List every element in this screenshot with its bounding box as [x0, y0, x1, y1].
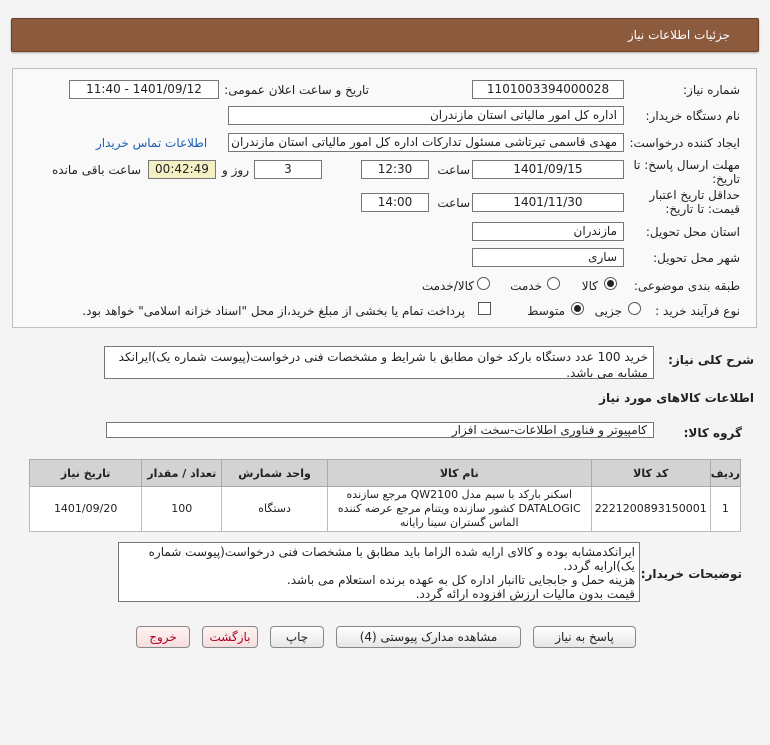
- buyer-label: نام دستگاه خریدار:: [645, 109, 741, 123]
- table-row: 1 2221200893150001 اسکنر بارکد با سیم مد…: [28, 486, 742, 532]
- need-number-label: شماره نیاز:: [683, 83, 740, 97]
- validity-label-line1: حداقل تاریخ اعتبار: [649, 188, 740, 202]
- back-button[interactable]: بازگشت: [202, 626, 258, 648]
- category-option-goods-service: کالا/خدمت: [421, 279, 474, 293]
- page-title: جزئیات اطلاعات نیاز: [627, 28, 730, 42]
- category-option-service: خدمت: [510, 279, 542, 293]
- cell-unit: دستگاه: [221, 486, 328, 532]
- announce-label: تاریخ و ساعت اعلان عمومی:: [224, 83, 369, 97]
- province-label: استان محل تحویل:: [645, 225, 740, 239]
- goods-group-field: کامپیوتر و فناوری اطلاعات-سخت افزار: [106, 422, 654, 438]
- requester-field: مهدی قاسمی تیرتاشی مسئول تدارکات اداره ک…: [228, 133, 624, 152]
- validity-time-field: 14:00: [361, 193, 429, 212]
- remaining-label: ساعت باقی مانده: [51, 163, 141, 177]
- buyer-note-line: ایرانکدمشابه بوده و کالای ارایه شده الزا…: [148, 545, 635, 573]
- summary-label: شرح کلی نیاز:: [668, 353, 754, 367]
- summary-text: خرید 100 عدد دستگاه بارکد خوان مطابق با …: [104, 346, 654, 380]
- deadline-time-label: ساعت: [437, 163, 470, 177]
- validity-label-line2: قیمت: تا تاریخ:: [665, 202, 740, 216]
- treasury-note: پرداخت تمام یا بخشی از مبلغ خرید،از محل …: [82, 304, 465, 318]
- cell-row: 1: [709, 486, 742, 532]
- deadline-time-field: 12:30: [361, 160, 429, 179]
- deadline-label-line2: تاریخ:: [712, 172, 740, 186]
- category-option-goods: کالا: [581, 279, 598, 293]
- need-number-field: 1101003394000028: [472, 80, 624, 99]
- buyer-note-line: هزینه حمل و جابجایی تاانبار اداره کل به …: [286, 573, 635, 587]
- col-header-code: کد کالا: [590, 459, 711, 487]
- treasury-checkbox[interactable]: [478, 302, 491, 315]
- buyer-note-line: قیمت بدون مالیات ارزش افزوده ارائه گردد.: [415, 587, 635, 601]
- buyer-field: اداره کل امور مالیاتی استان مازندران: [228, 106, 624, 125]
- goods-group-label: گروه کالا:: [683, 426, 742, 440]
- deadline-date-field: 1401/09/15: [472, 160, 624, 179]
- col-header-date: تاریخ نیاز: [28, 459, 143, 487]
- cell-date: 1401/09/20: [28, 486, 143, 532]
- cell-code: 2221200893150001: [590, 486, 711, 532]
- page-title-bar: جزئیات اطلاعات نیاز: [11, 18, 759, 52]
- process-option-minor: جزیی: [594, 304, 622, 318]
- goods-table: ردیف کد کالا نام کالا واحد شمارش تعداد /…: [28, 459, 742, 532]
- cell-name: اسکنر بارکد با سیم مدل QW2100 مرجع سازند…: [326, 486, 592, 532]
- validity-date-field: 1401/11/30: [472, 193, 624, 212]
- days-label: روز و: [222, 163, 249, 177]
- announce-field: 1401/09/12 - 11:40: [69, 80, 219, 99]
- attachments-button[interactable]: مشاهده مدارک پیوستی (4): [336, 626, 521, 648]
- col-header-qty: تعداد / مقدار: [141, 459, 223, 487]
- goods-section-title: اطلاعات کالاهای مورد نیاز: [599, 391, 754, 405]
- validity-time-label: ساعت: [437, 196, 470, 210]
- print-button[interactable]: چاپ: [270, 626, 324, 648]
- remaining-time-field: 00:42:49: [148, 160, 216, 179]
- process-label: نوع فرآیند خرید :: [655, 304, 740, 318]
- requester-label: ایجاد کننده درخواست:: [629, 136, 740, 150]
- process-radio-medium[interactable]: [571, 302, 584, 315]
- process-option-medium: متوسط: [527, 304, 565, 318]
- days-field: 3: [254, 160, 322, 179]
- buyer-notes-label: توضیحات خریدار:: [640, 567, 742, 581]
- buyer-notes-box: ایرانکدمشابه بوده و کالای ارایه شده الزا…: [118, 542, 640, 602]
- col-header-row: ردیف: [709, 459, 742, 487]
- city-field: ساری: [472, 248, 624, 267]
- contact-info-link[interactable]: اطلاعات تماس خریدار: [96, 136, 207, 150]
- city-label: شهر محل تحویل:: [653, 251, 740, 265]
- col-header-name: نام کالا: [326, 459, 592, 487]
- reply-button[interactable]: پاسخ به نیاز: [533, 626, 636, 648]
- cell-qty: 100: [141, 486, 223, 532]
- category-radio-service[interactable]: [547, 277, 560, 290]
- category-radio-goods[interactable]: [604, 277, 617, 290]
- process-radio-minor[interactable]: [628, 302, 641, 315]
- exit-button[interactable]: خروج: [136, 626, 190, 648]
- deadline-label-line1: مهلت ارسال پاسخ: تا: [633, 158, 740, 172]
- category-radio-goods-service[interactable]: [477, 277, 490, 290]
- province-field: مازندران: [472, 222, 624, 241]
- col-header-unit: واحد شمارش: [221, 459, 328, 487]
- category-label: طبقه بندی موضوعی:: [633, 279, 740, 293]
